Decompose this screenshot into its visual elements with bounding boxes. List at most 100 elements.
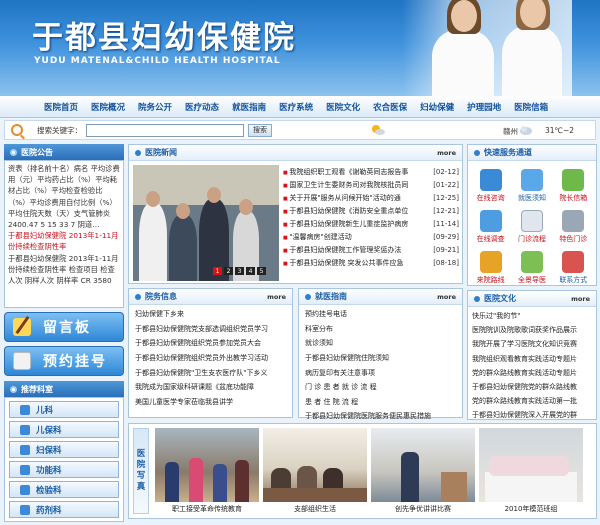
booking-button[interactable]: 预约挂号 bbox=[4, 346, 124, 376]
nav-home[interactable]: 医院首页 bbox=[44, 101, 78, 113]
news-photo-pager: 1 2 3 4 5 bbox=[213, 267, 268, 275]
nav-overview[interactable]: 医院概况 bbox=[91, 101, 125, 113]
list-item[interactable]: 于都县妇幼保健院工作管理奖惩办法 [09-21] bbox=[283, 243, 459, 256]
bullet-icon bbox=[135, 149, 141, 156]
list-item[interactable]: 于都县妇幼保健院党支部选调组织党员学习 bbox=[135, 322, 286, 337]
notice-header: 医院公告 bbox=[4, 144, 124, 160]
guide-more-link[interactable]: more bbox=[437, 293, 456, 301]
dept-item[interactable]: 功能科 bbox=[9, 461, 119, 478]
list-item[interactable]: 妇幼保健下乡来 bbox=[135, 307, 286, 322]
news-item-date: [09-21] bbox=[433, 245, 459, 254]
list-item[interactable]: 于都县妇幼保健院党的群众路线教 bbox=[472, 380, 592, 394]
list-item[interactable]: 医院院训及院歌歌词获奖作品展示 bbox=[472, 323, 592, 337]
list-item[interactable]: 关于开展"服务从问候开始"活动的通 [12-25] bbox=[283, 191, 459, 204]
pager-item[interactable]: 4 bbox=[246, 267, 255, 275]
search-input[interactable] bbox=[86, 123, 244, 137]
affairs-header: 院务信息 more bbox=[129, 289, 292, 305]
nav-mailbox[interactable]: 医院信箱 bbox=[514, 101, 548, 113]
gallery-caption: 创先争优讲讲比赛 bbox=[395, 505, 451, 513]
quick-route[interactable]: 来院路线 bbox=[470, 247, 511, 285]
dept-item[interactable]: 妇保科 bbox=[9, 441, 119, 458]
search-button[interactable]: 搜索 bbox=[248, 123, 272, 137]
list-item[interactable]: 于都县妇幼保健院"卫生支农医疗队"下乡义 bbox=[135, 365, 286, 380]
gallery-item[interactable]: 2010年模范班组 bbox=[479, 428, 583, 514]
list-item[interactable]: 病历复印有关注意事项 bbox=[305, 365, 456, 380]
gallery-items: 职工接受革命传统教育 支部组织生活 创先争优讲讲比赛 2010年模范班组 bbox=[155, 428, 587, 514]
dept-item[interactable]: 儿保科 bbox=[9, 421, 119, 438]
dept-item[interactable]: 药剂科 bbox=[9, 501, 119, 518]
notice-link-1[interactable]: 于都县妇幼保健院 2013年1-11月份持续检查阴性率 bbox=[8, 230, 120, 252]
nav-nursing[interactable]: 护理园地 bbox=[467, 101, 501, 113]
list-item[interactable]: 于都县妇幼保健院 突发公共事件应急 [08-18] bbox=[283, 256, 459, 269]
nav-guide[interactable]: 就医指南 bbox=[232, 101, 266, 113]
building-icon bbox=[520, 251, 543, 273]
gallery-caption: 支部组织生活 bbox=[294, 505, 336, 513]
list-item[interactable]: 预约挂号电话 bbox=[305, 307, 456, 322]
nav-culture[interactable]: 医院文化 bbox=[326, 101, 360, 113]
news-photo[interactable]: 1 2 3 4 5 bbox=[133, 165, 279, 281]
gallery-item[interactable]: 职工接受革命传统教育 bbox=[155, 428, 259, 514]
pager-item[interactable]: 2 bbox=[224, 267, 233, 275]
list-item[interactable]: 科室分布 bbox=[305, 322, 456, 337]
cloud-icon bbox=[520, 126, 532, 135]
list-item[interactable]: 我院成为国家级科研课题《盆底功能障 bbox=[135, 380, 286, 395]
list-item[interactable]: 于都县妇幼保健院医院服务便民惠民措施 bbox=[305, 409, 456, 424]
list-item[interactable]: 我院组织职工观看《谢勒英同志报告事 [02-12] bbox=[283, 165, 459, 178]
list-item[interactable]: 于都县妇幼保健院组织党员外出教学习活动 bbox=[135, 351, 286, 366]
gallery-item[interactable]: 支部组织生活 bbox=[263, 428, 367, 514]
list-item[interactable]: 于都县妇幼保健院新生儿重症监护病房 [11-14] bbox=[283, 217, 459, 230]
nav-maternal-health[interactable]: 妇幼保健 bbox=[420, 101, 454, 113]
pen-icon bbox=[13, 318, 31, 336]
list-item[interactable]: "温馨病房"创建活动 [09-29] bbox=[283, 230, 459, 243]
nav-medical-news[interactable]: 医疗动态 bbox=[185, 101, 219, 113]
affairs-list: 妇幼保健下乡来 于都县妇幼保健院党支部选调组织党员学习 于都县妇幼保健院组织党员… bbox=[129, 305, 292, 411]
quick-label: 在线调查 bbox=[476, 235, 505, 243]
message-board-button[interactable]: 留言板 bbox=[4, 312, 124, 342]
list-item[interactable]: 门 诊 患 者 就 诊 流 程 bbox=[305, 380, 456, 395]
news-item-title: 关于开展"服务从问候开始"活动的通 bbox=[283, 193, 400, 203]
nav-affairs[interactable]: 院务公开 bbox=[138, 101, 172, 113]
list-item[interactable]: 国家卫生计生委财务司对我院核批员同 [01-22] bbox=[283, 178, 459, 191]
list-item[interactable]: 美国儿童医学专家莅临我县讲学 bbox=[135, 395, 286, 410]
bullet-icon bbox=[474, 295, 480, 302]
quick-process[interactable]: 门诊流程 bbox=[511, 206, 552, 244]
gallery-side-char: 院 bbox=[136, 460, 146, 470]
dept-list: 儿科 儿保科 妇保科 功能科 检验科 药剂科 bbox=[4, 397, 124, 522]
list-item[interactable]: 于都县妇幼保健院住院须知 bbox=[305, 351, 456, 366]
gallery-item[interactable]: 创先争优讲讲比赛 bbox=[371, 428, 475, 514]
culture-title: 医院文化 bbox=[484, 294, 516, 303]
site-subtitle: YUDU MATENAL&CHILD HEALTH HOSPITAL bbox=[34, 56, 281, 66]
quick-mailbox[interactable]: 院长信箱 bbox=[553, 165, 594, 203]
list-item[interactable]: 我院开展了学习医院文化知识竞赛 bbox=[472, 337, 592, 351]
quick-special[interactable]: 特色门诊 bbox=[553, 206, 594, 244]
quick-consult[interactable]: 在线咨询 bbox=[470, 165, 511, 203]
news-more-link[interactable]: more bbox=[437, 149, 456, 157]
quick-label: 在线咨询 bbox=[476, 194, 505, 202]
nav-medical-system[interactable]: 医疗系统 bbox=[279, 101, 313, 113]
news-item-title: "温馨病房"创建活动 bbox=[283, 232, 351, 242]
list-item[interactable]: 我院组织观看教育实践活动专题片 bbox=[472, 352, 592, 366]
quick-notice[interactable]: 就医须知 bbox=[511, 165, 552, 203]
list-item[interactable]: 党的群众路线教育实践活动第一批 bbox=[472, 394, 592, 408]
list-item[interactable]: 于都县妇幼保健院组织党员参加党员大会 bbox=[135, 336, 286, 351]
dept-item[interactable]: 检验科 bbox=[9, 481, 119, 498]
news-item-date: [02-12] bbox=[433, 167, 459, 176]
list-item[interactable]: 患 者 住 院 流 程 bbox=[305, 395, 456, 410]
affairs-more-link[interactable]: more bbox=[267, 293, 286, 301]
list-item[interactable]: 快乐过"我的节" bbox=[472, 309, 592, 323]
quick-contact[interactable]: 联系方式 bbox=[553, 247, 594, 285]
quick-panorama[interactable]: 全景导医 bbox=[511, 247, 552, 285]
dept-item[interactable]: 儿科 bbox=[9, 401, 119, 418]
quick-survey[interactable]: 在线调查 bbox=[470, 206, 511, 244]
list-item[interactable]: 就诊须知 bbox=[305, 336, 456, 351]
gallery-image bbox=[371, 428, 475, 502]
notice-text-2: 于都县妇幼保健院 2013年1-11月份持续检查阴性率 检查项目 检查人次 阴样… bbox=[8, 253, 119, 286]
list-item[interactable]: 党的群众路线教育实践活动专题片 bbox=[472, 366, 592, 380]
culture-more-link[interactable]: more bbox=[571, 295, 590, 303]
pager-item[interactable]: 5 bbox=[257, 267, 266, 275]
list-item[interactable]: 于都县妇幼保健院深入开展党的群 bbox=[472, 408, 592, 422]
pager-item[interactable]: 1 bbox=[213, 267, 222, 275]
pager-item[interactable]: 3 bbox=[235, 267, 244, 275]
nav-insurance[interactable]: 农合医保 bbox=[373, 101, 407, 113]
list-item[interactable]: 于都县妇幼保健院《消防安全重点单位 [12-21] bbox=[283, 204, 459, 217]
